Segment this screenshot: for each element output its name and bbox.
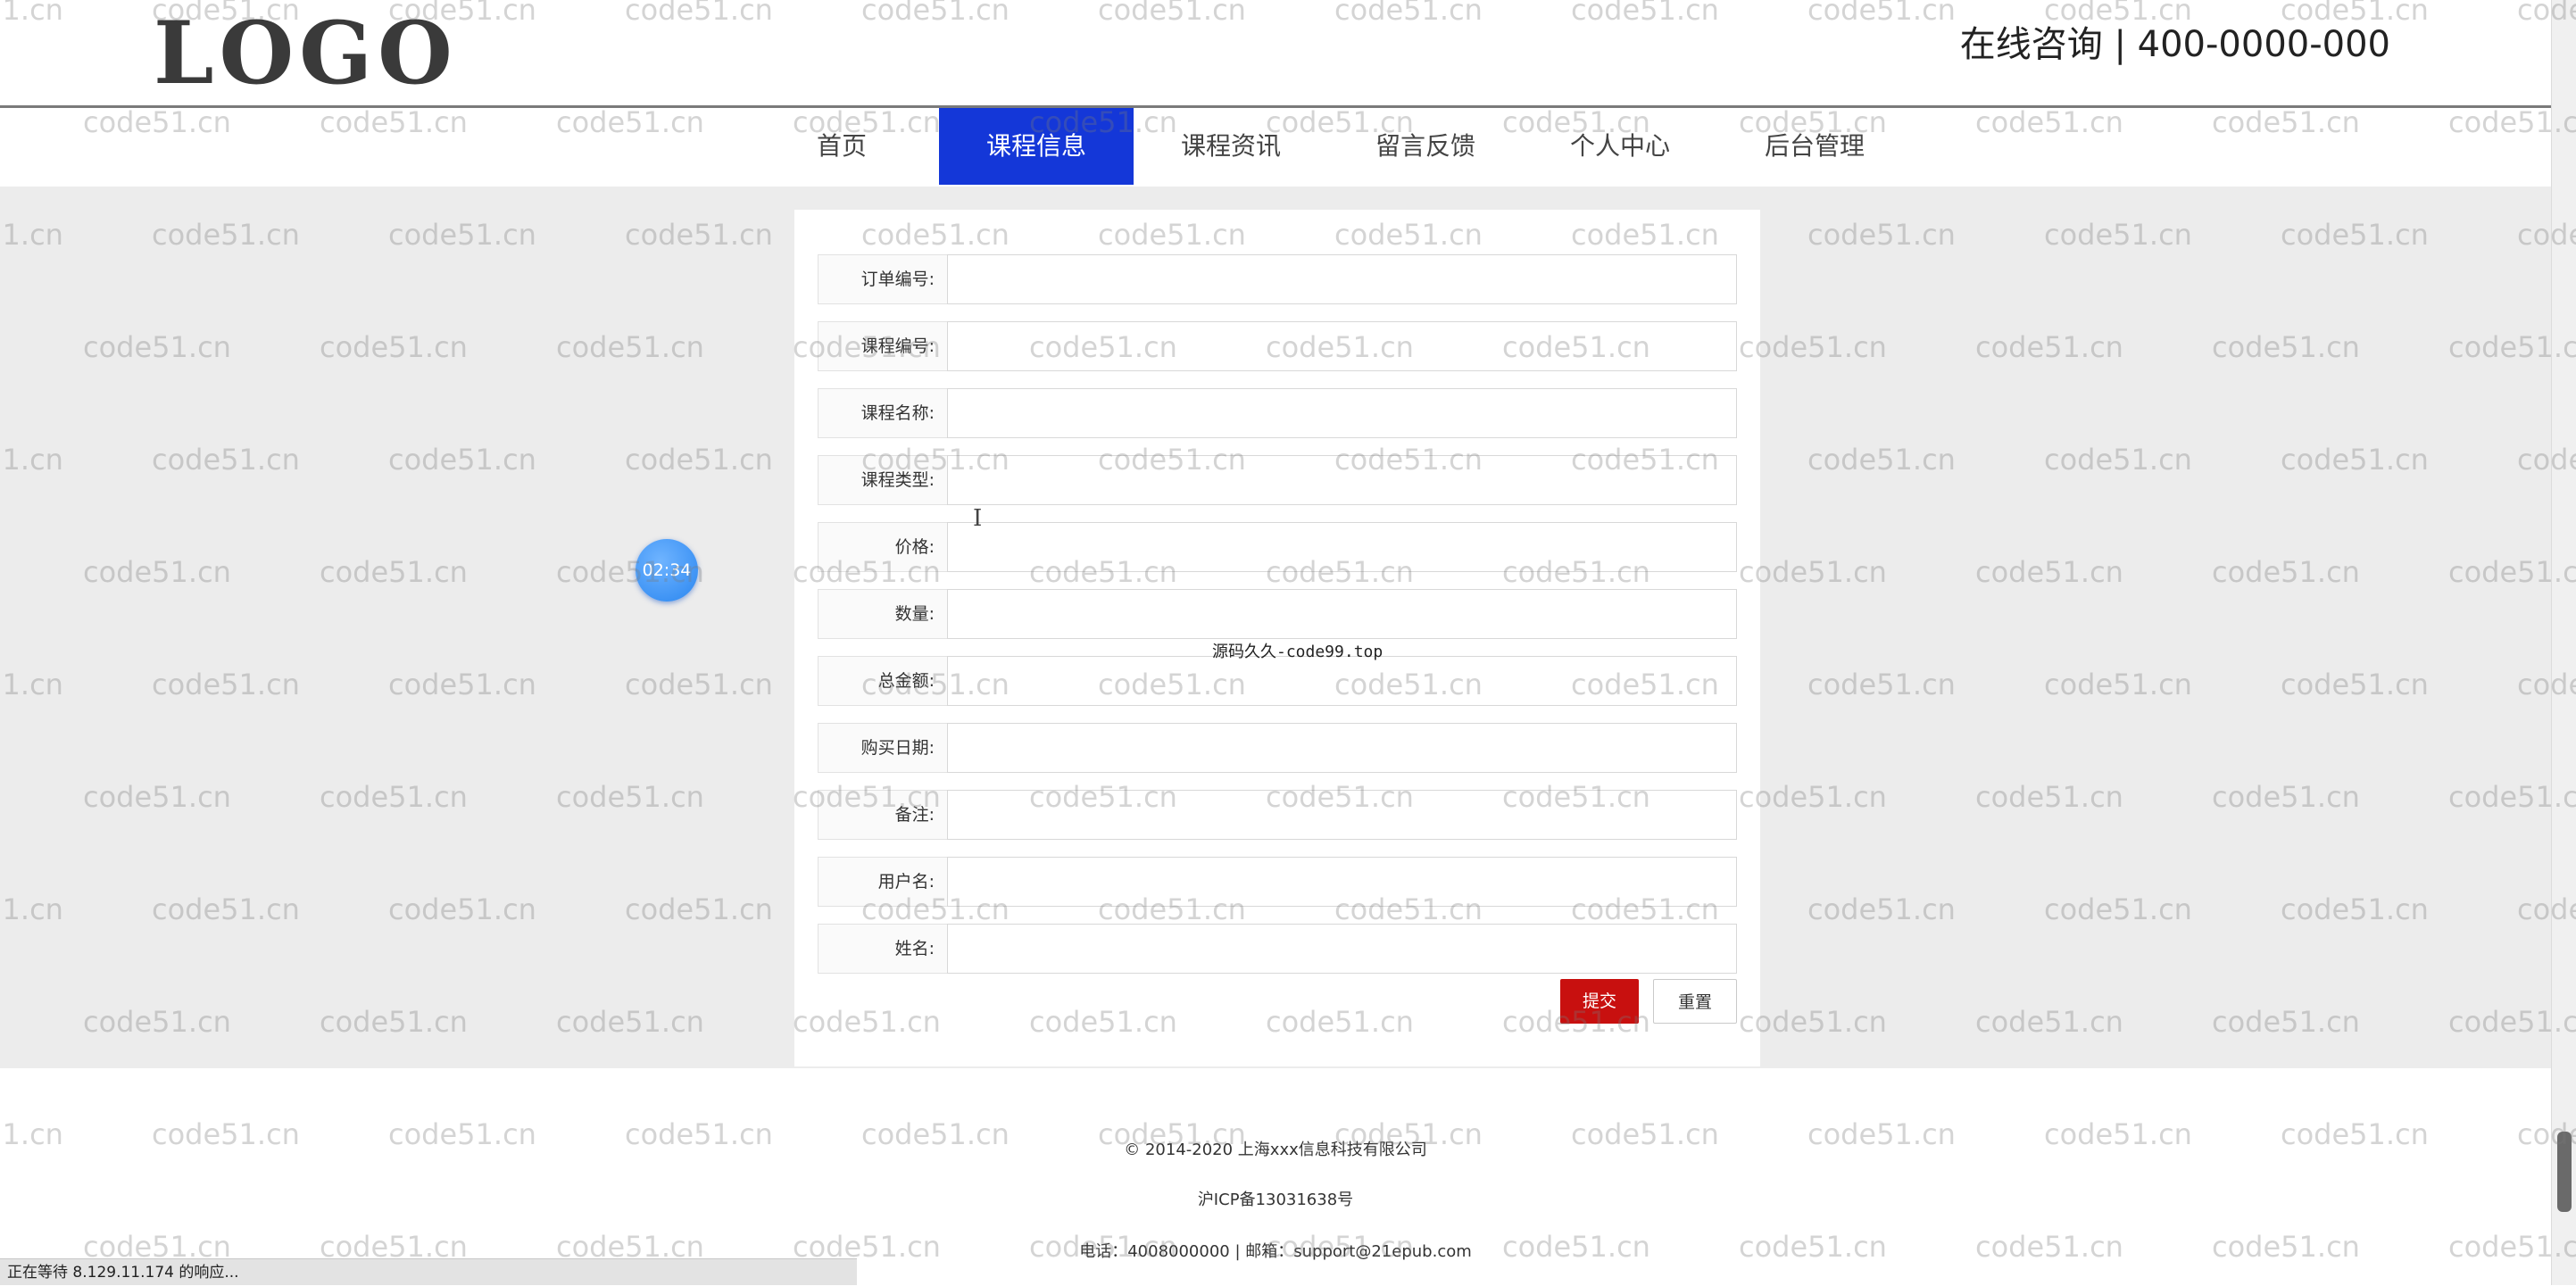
nav-item-home[interactable]: 首页 — [744, 108, 939, 185]
site-header: LOGO 在线咨询 | 400-0000-000 — [0, 0, 2551, 108]
nav-item-course-info[interactable]: 课程信息 — [939, 108, 1134, 185]
form-row-order-no: 订单编号: — [818, 254, 1737, 304]
field-label: 购买日期: — [818, 723, 948, 773]
contact-hotline: 在线咨询 | 400-0000-000 — [1959, 24, 2390, 65]
form-row-username: 用户名: — [818, 857, 1737, 907]
form-row-remarks: 备注: — [818, 790, 1737, 840]
purchase-date-input[interactable] — [947, 723, 1737, 773]
quantity-input[interactable] — [947, 589, 1737, 639]
main-area: 订单编号: 课程编号: 课程名称: 课程类型: 价格: 数量: 总金额: 购买日… — [0, 187, 2551, 1068]
price-input[interactable] — [947, 522, 1737, 572]
course-no-input[interactable] — [947, 321, 1737, 371]
nav-item-course-news[interactable]: 课程资讯 — [1134, 108, 1328, 185]
course-name-input[interactable] — [947, 388, 1737, 438]
source-watermark-note: 源码久久-code99.top — [1212, 643, 1384, 661]
form-row-total-amount: 总金额: — [818, 656, 1737, 706]
field-label: 价格: — [818, 522, 948, 572]
submit-button[interactable]: 提交 — [1560, 979, 1639, 1024]
scrollbar-thumb[interactable] — [2557, 1132, 2572, 1212]
reset-button[interactable]: 重置 — [1653, 979, 1737, 1024]
footer-copyright: © 2014-2020 上海xxx信息科技有限公司 — [1124, 1141, 1427, 1159]
field-label: 备注: — [818, 790, 948, 840]
field-label: 总金额: — [818, 656, 948, 706]
nav-item-feedback[interactable]: 留言反馈 — [1328, 108, 1523, 185]
form-row-course-no: 课程编号: — [818, 321, 1737, 371]
footer-icp[interactable]: 沪ICP备13031638号 — [0, 1187, 2551, 1210]
total-amount-input[interactable] — [947, 656, 1737, 706]
site-logo[interactable]: LOGO — [154, 5, 458, 102]
form-row-price: 价格: — [818, 522, 1737, 572]
field-label: 课程名称: — [818, 388, 948, 438]
field-label: 数量: — [818, 589, 948, 639]
form-row-course-type: 课程类型: — [818, 455, 1737, 505]
main-nav: 首页 课程信息 课程资讯 留言反馈 个人中心 后台管理 — [0, 108, 2551, 185]
nav-item-admin[interactable]: 后台管理 — [1717, 108, 1912, 185]
form-row-quantity: 数量: — [818, 589, 1737, 639]
vertical-scrollbar[interactable] — [2551, 0, 2576, 1285]
order-form-panel: 订单编号: 课程编号: 课程名称: 课程类型: 价格: 数量: 总金额: 购买日… — [794, 210, 1760, 1066]
browser-status-bar: 正在等待 8.129.11.174 的响应... — [0, 1258, 857, 1285]
field-label: 订单编号: — [818, 254, 948, 304]
full-name-input[interactable] — [947, 924, 1737, 974]
field-label: 用户名: — [818, 857, 948, 907]
username-input[interactable] — [947, 857, 1737, 907]
course-type-input[interactable] — [947, 455, 1737, 505]
form-row-full-name: 姓名: — [818, 924, 1737, 974]
nav-item-personal-center[interactable]: 个人中心 — [1523, 108, 1717, 185]
order-no-input[interactable] — [947, 254, 1737, 304]
nav-items: 首页 课程信息 课程资讯 留言反馈 个人中心 后台管理 — [744, 108, 1912, 185]
remarks-input[interactable] — [947, 790, 1737, 840]
field-label: 课程类型: — [818, 455, 948, 505]
form-row-course-name: 课程名称: — [818, 388, 1737, 438]
recording-timer-badge[interactable]: 02:34 — [636, 539, 698, 602]
form-row-purchase-date: 购买日期: — [818, 723, 1737, 773]
text-cursor-icon: I — [973, 505, 983, 532]
field-label: 课程编号: — [818, 321, 948, 371]
field-label: 姓名: — [818, 924, 948, 974]
